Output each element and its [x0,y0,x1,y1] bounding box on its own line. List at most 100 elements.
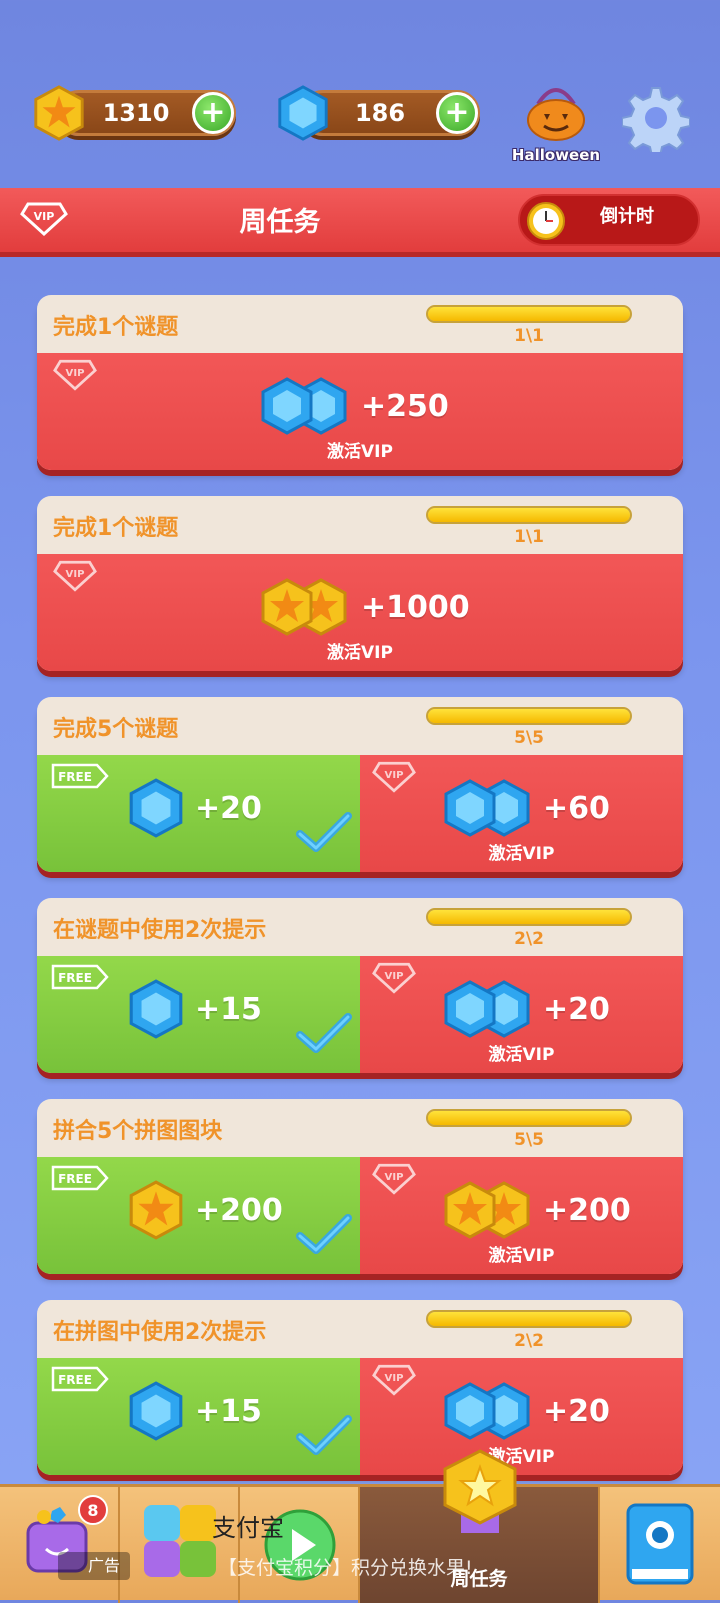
reward-row: FREE +15 VIP +20 激活VIP [37,956,683,1073]
gear-icon[interactable] [622,84,690,152]
check-icon [296,1415,352,1455]
svg-text:VIP: VIP [66,569,85,580]
halloween-event-button[interactable]: Halloween [506,84,606,164]
vip-reward-icon [440,978,536,1044]
svg-text:VIP: VIP [385,1172,404,1183]
claimed-check [296,1011,352,1059]
vip-tag: VIP [53,359,97,395]
vip-reward-icon [257,375,353,441]
claimed-check [296,1413,352,1461]
vip-reward-icon [440,1380,536,1446]
task-progress-text: 1\1 [514,527,544,547]
weekly-tasks-banner: VIP 周任务 倒计时 [0,188,720,252]
reward-row: VIP +1000 激活VIP [37,554,683,671]
task-progress-fill [428,307,630,321]
vip-reward-icon [257,576,353,642]
vip-reward[interactable]: VIP +250 激活VIP [37,353,683,470]
task-progress-fill [428,910,630,924]
clock-icon [527,202,565,240]
free-tag-icon: FREE [51,1366,109,1392]
free-tag: FREE [51,763,109,789]
check-icon [296,1013,352,1053]
reward-row: FREE +15 VIP +20 激活VIP [37,1358,683,1475]
svg-text:FREE: FREE [58,1172,92,1186]
free-reward-amount: +15 [195,992,262,1027]
ad-brand[interactable]: 支付宝 [212,1508,284,1543]
vip-reward[interactable]: VIP +1000 激活VIP [37,554,683,671]
task-progress-bar [426,305,632,323]
nav-video[interactable] [240,1487,360,1603]
activate-vip-label: 激活VIP [327,643,393,663]
vip-diamond-icon: VIP [53,359,97,391]
task-title: 完成1个谜题 [53,516,179,541]
ad-text[interactable]: 【支付宝积分】积分兑换水果! [218,1553,473,1580]
reward-row: FREE +20 VIP +60 激活VIP [37,755,683,872]
vip-reward-icon [440,777,536,843]
activate-vip-label: 激活VIP [327,442,393,462]
free-reward[interactable]: FREE +15 [37,1358,360,1475]
free-reward-icon [125,1179,187,1245]
task-header: 完成1个谜题 1\1 [37,496,683,554]
task-title: 完成1个谜题 [53,315,179,340]
guide-book-icon [626,1503,694,1585]
vip-tag: VIP [372,1364,416,1400]
task-title: 在谜题中使用2次提示 [53,918,267,943]
task-progress-bar [426,506,632,524]
vip-diamond-icon: VIP [372,962,416,994]
free-reward[interactable]: FREE +20 [37,755,360,872]
task-progress-text: 5\5 [514,1130,544,1150]
task-progress-text: 5\5 [514,728,544,748]
vip-reward[interactable]: VIP +20 激活VIP [360,956,683,1073]
nav-weekly-tasks[interactable]: 周任务 [360,1449,600,1603]
nav-guide[interactable] [600,1487,720,1603]
vip-tag: VIP [372,761,416,797]
coin-icon [34,85,84,141]
gem-icon [129,778,183,838]
svg-text:FREE: FREE [58,1373,92,1387]
task-card: 完成5个谜题 5\5 FREE +20 VIP +60 激活VIP [37,697,683,872]
task-progress-bar [426,1310,632,1328]
check-icon [296,1214,352,1254]
gem-pair-icon [261,377,347,435]
add-gems-button[interactable]: + [436,92,478,134]
svg-text:VIP: VIP [385,971,404,982]
free-reward[interactable]: FREE +200 [37,1157,360,1274]
bottom-nav: 8 周任务 [0,1449,720,1603]
gem-icon [278,85,328,141]
free-reward-amount: +20 [195,791,262,826]
coin-icon [129,1180,183,1240]
free-tag: FREE [51,964,109,990]
nav-puzzle[interactable] [120,1487,240,1603]
svg-text:FREE: FREE [58,770,92,784]
gem-pair-icon [444,779,530,837]
check-icon [296,812,352,852]
task-progress-text: 2\2 [514,929,544,949]
vip-reward-amount: +60 [543,791,610,826]
free-tag: FREE [51,1366,109,1392]
task-title: 完成5个谜题 [53,717,179,742]
shop-badge: 8 [78,1495,108,1525]
pumpkin-basket-icon [527,88,585,141]
vip-diamond-icon: VIP [53,560,97,592]
vip-reward[interactable]: VIP +60 激活VIP [360,755,683,872]
task-header: 拼合5个拼图图块 5\5 [37,1099,683,1157]
free-reward[interactable]: FREE +15 [37,956,360,1073]
svg-text:VIP: VIP [385,770,404,781]
ad-label: 广告 [58,1552,131,1580]
svg-text:VIP: VIP [385,1373,404,1384]
free-reward-icon [125,1380,187,1446]
vip-reward-amount: +250 [361,389,449,424]
nav-shop[interactable]: 8 [0,1487,120,1603]
task-card: 完成1个谜题 1\1 VIP +1000 激活VIP [37,496,683,671]
add-coins-button[interactable]: + [192,92,234,134]
coin-pair-icon [261,578,347,636]
countdown-label: 倒计时 [600,206,654,227]
task-title: 拼合5个拼图图块 [53,1119,223,1144]
task-header: 完成1个谜题 1\1 [37,295,683,353]
task-progress-bar [426,908,632,926]
vip-reward[interactable]: VIP +200 激活VIP [360,1157,683,1274]
task-progress-fill [428,1312,630,1326]
activate-vip-label: 激活VIP [488,1045,555,1065]
svg-text:FREE: FREE [58,971,92,985]
free-tag-icon: FREE [51,964,109,990]
